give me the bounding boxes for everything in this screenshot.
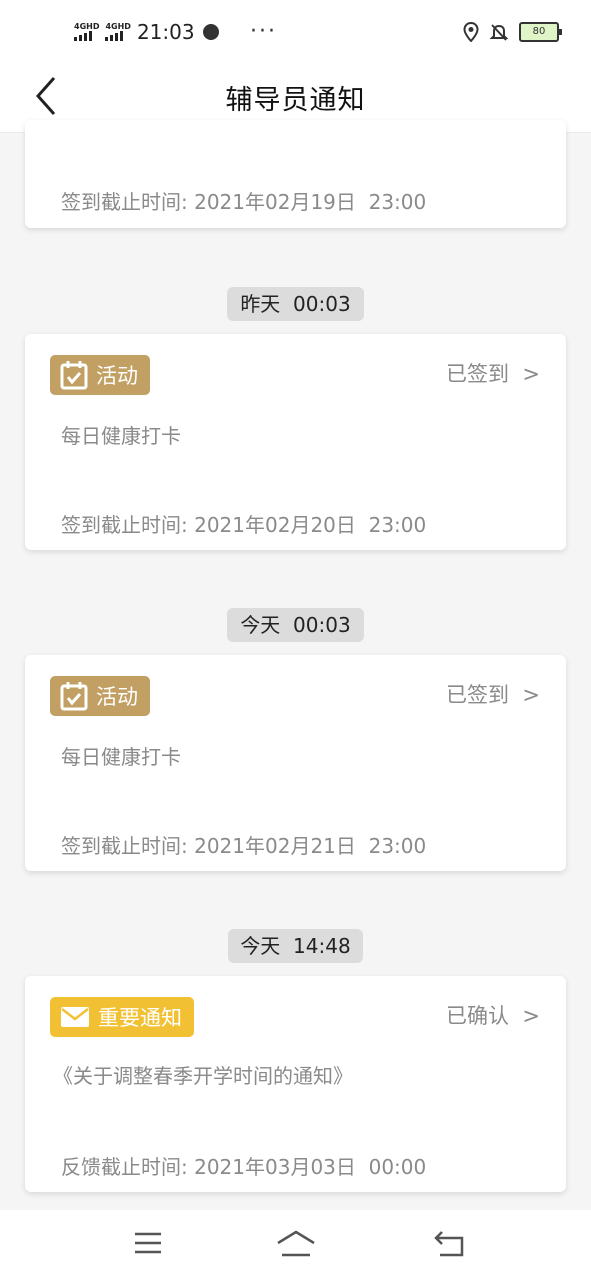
activity-tag: 活动 xyxy=(50,676,150,716)
system-nav-bar xyxy=(0,1210,591,1280)
location-icon xyxy=(463,22,479,42)
globe-icon xyxy=(202,24,219,40)
notification-card[interactable]: 签到截止时间: 2021年02月19日 23:00 xyxy=(25,120,566,228)
signal-bars-icon xyxy=(74,31,92,41)
status-bar: 4GHD 4GHD 21:03 ··· 80 xyxy=(0,0,591,62)
deadline-text: 签到截止时间: 2021年02月21日 23:00 xyxy=(61,834,427,858)
status-right: 80 xyxy=(463,22,562,42)
calendar-check-icon xyxy=(60,682,88,711)
deadline-text: 签到截止时间: 2021年02月20日 23:00 xyxy=(61,513,427,537)
menu-button[interactable] xyxy=(133,1230,163,1260)
notification-card[interactable]: 活动 已签到 > 每日健康打卡 签到截止时间: 2021年02月20日 23:0… xyxy=(25,334,566,550)
network-type-label: 4GHD xyxy=(74,22,100,31)
activity-tag: 活动 xyxy=(50,355,150,395)
mail-icon xyxy=(61,1007,89,1027)
notification-card[interactable]: 活动 已签到 > 每日健康打卡 签到截止时间: 2021年02月21日 23:0… xyxy=(25,655,566,871)
signal-bars-icon xyxy=(105,31,124,41)
home-icon xyxy=(277,1230,315,1257)
calendar-check-icon xyxy=(60,361,88,390)
time-chip: 今天 00:03 xyxy=(227,608,364,642)
network-type-label: 4GHD xyxy=(105,22,131,31)
more-notifications-icon: ··· xyxy=(250,19,277,44)
important-notice-tag: 重要通知 xyxy=(50,997,194,1037)
tag-label: 活动 xyxy=(96,685,138,709)
back-nav-button[interactable] xyxy=(434,1230,466,1262)
checked-in-status-link[interactable]: 已签到 > xyxy=(446,358,540,388)
deadline-text: 反馈截止时间: 2021年03月03日 00:00 xyxy=(61,1155,427,1179)
notification-text: 《关于调整春季开学时间的通知》 xyxy=(53,1064,353,1088)
signal-1: 4GHD xyxy=(74,23,99,41)
deadline-text: 签到截止时间: 2021年02月19日 23:00 xyxy=(61,190,427,214)
battery-icon: 80 xyxy=(519,22,562,42)
tag-label: 活动 xyxy=(96,364,138,388)
clock: 21:03 xyxy=(136,20,195,44)
notification-text: 每日健康打卡 xyxy=(61,745,181,769)
return-icon xyxy=(434,1231,464,1257)
status-left: 4GHD 4GHD 21:03 xyxy=(74,20,219,44)
signal-2: 4GHD xyxy=(105,22,131,41)
confirmed-status-link[interactable]: 已确认 > xyxy=(446,1000,540,1030)
tag-label: 重要通知 xyxy=(98,1006,182,1030)
notification-text: 每日健康打卡 xyxy=(61,424,181,448)
bell-off-icon xyxy=(489,24,509,41)
menu-icon xyxy=(135,1232,161,1254)
checked-in-status-link[interactable]: 已签到 > xyxy=(446,679,540,709)
time-chip: 昨天 00:03 xyxy=(227,287,364,321)
time-chip: 今天 14:48 xyxy=(228,929,363,963)
home-button[interactable] xyxy=(276,1230,316,1262)
notification-card[interactable]: 重要通知 已确认 > 《关于调整春季开学时间的通知》 反馈截止时间: 2021年… xyxy=(25,976,566,1192)
page-title: 辅导员通知 xyxy=(225,85,366,116)
